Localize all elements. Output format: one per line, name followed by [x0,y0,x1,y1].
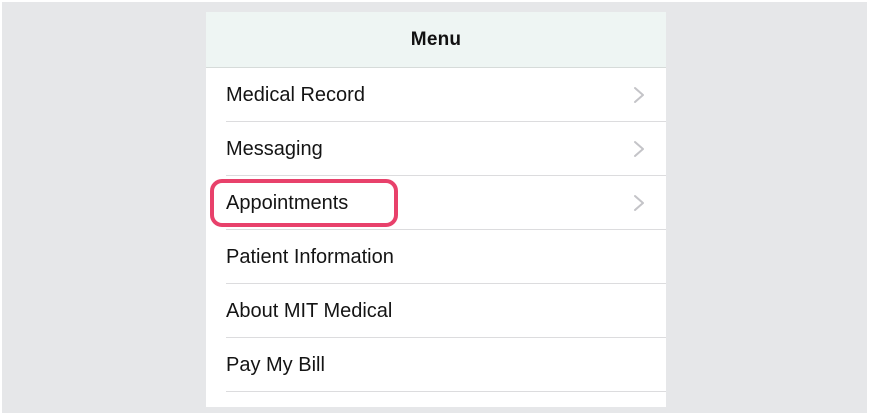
menu-item-label: Messaging [226,137,323,160]
menu-item-patient-information[interactable]: Patient Information [206,230,666,284]
menu-item-about-mit-medical[interactable]: About MIT Medical [206,284,666,338]
menu-item-label: About MIT Medical [226,299,393,322]
menu-list: Medical Record Messaging Appointments Pa… [206,68,666,392]
chevron-right-icon [634,141,644,157]
nav-bar: Menu [206,12,666,68]
menu-item-medical-record[interactable]: Medical Record [206,68,666,122]
menu-item-appointments[interactable]: Appointments [206,176,666,230]
menu-item-label: Medical Record [226,83,365,106]
menu-item-label: Pay My Bill [226,353,325,376]
chevron-right-icon [634,195,644,211]
menu-item-messaging[interactable]: Messaging [206,122,666,176]
app-screen: Menu Medical Record Messaging Appointmen… [206,12,666,407]
menu-item-label: Patient Information [226,245,394,268]
menu-item-pay-my-bill[interactable]: Pay My Bill [206,338,666,392]
chevron-right-icon [634,87,644,103]
menu-item-label: Appointments [226,191,349,214]
page-backdrop: Menu Medical Record Messaging Appointmen… [0,0,869,415]
page-title: Menu [410,28,462,50]
